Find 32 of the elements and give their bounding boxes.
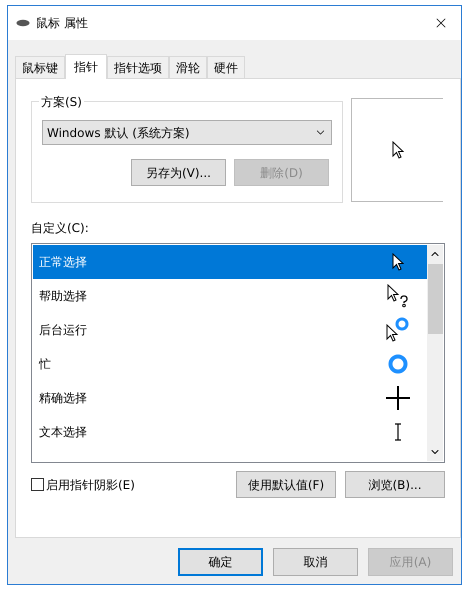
cursor-list-item[interactable]: 帮助选择 <box>33 279 427 313</box>
group-label: 方案(S) <box>39 93 84 111</box>
window-title: 鼠标 属性 <box>36 15 88 32</box>
help-cursor-icon <box>387 284 409 308</box>
dialog-button[interactable]: 确定 <box>178 548 263 576</box>
scroll-thumb[interactable] <box>428 264 442 334</box>
customize-label: 自定义(C): <box>31 220 90 237</box>
working-cursor-icon <box>386 317 410 343</box>
cursor-list-item[interactable]: 精确选择 <box>33 381 427 415</box>
scheme-dropdown[interactable]: Windows 默认 (系统方案) <box>42 120 332 145</box>
cursor-list-item[interactable]: 正常选择 <box>33 245 427 279</box>
preview-cursor-icon <box>392 141 404 159</box>
list-button[interactable]: 使用默认值(F) <box>236 471 336 498</box>
tab[interactable]: 鼠标键 <box>15 56 65 78</box>
tab[interactable]: 指针选项 <box>107 56 169 78</box>
checkbox-label: 启用指针阴影(E) <box>46 476 135 494</box>
tab[interactable]: 滑轮 <box>169 56 207 78</box>
shadow-checkbox[interactable] <box>31 478 44 491</box>
text-cursor-icon <box>394 423 402 441</box>
scrollbar[interactable] <box>427 245 443 461</box>
mouse-icon <box>16 19 30 27</box>
cursor-list-item[interactable]: 忙 <box>33 347 427 381</box>
tab[interactable]: 硬件 <box>207 56 245 78</box>
cursor-list-item[interactable]: 文本选择 <box>33 415 427 449</box>
list-button[interactable]: 浏览(B)... <box>345 471 445 498</box>
dialog-button[interactable]: 取消 <box>273 548 358 576</box>
cursor-list-item[interactable]: 后台运行 <box>33 313 427 347</box>
crosshair-cursor-icon <box>386 386 410 410</box>
arrow-cursor-icon <box>392 253 404 271</box>
busy-cursor-icon <box>387 353 409 375</box>
scheme-button[interactable]: 另存为(V)... <box>131 159 226 186</box>
tab[interactable]: 指针 <box>65 54 107 79</box>
